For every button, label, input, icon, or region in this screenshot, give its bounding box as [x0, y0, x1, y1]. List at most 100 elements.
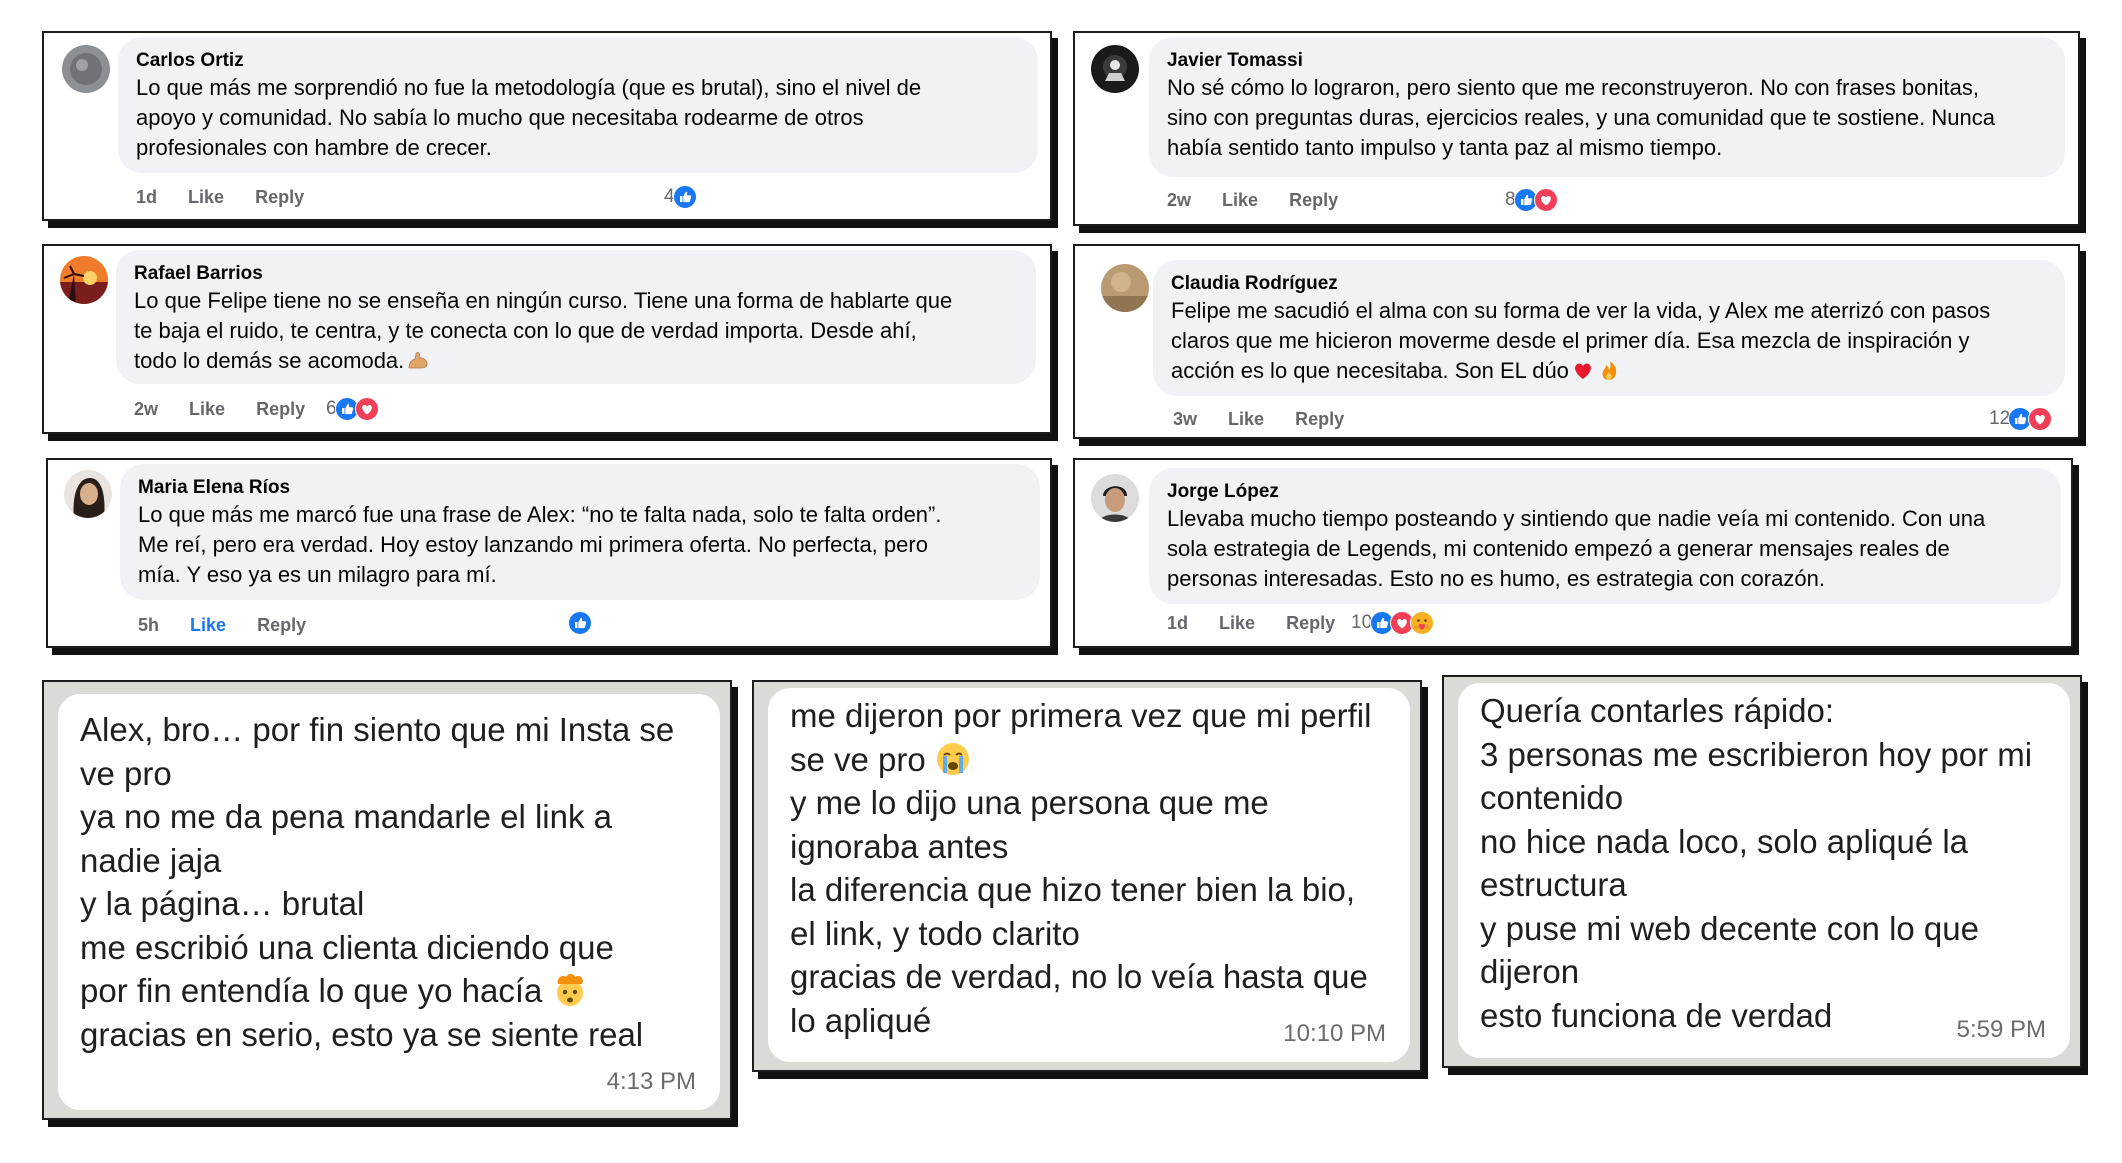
comment-author[interactable]: Javier Tomassi: [1167, 49, 2047, 73]
message-line: por fin entendía lo que yo hacía: [80, 969, 698, 1013]
reply-button[interactable]: Reply: [256, 399, 305, 419]
message-line: estructura: [1480, 866, 1627, 903]
comment-text-line: profesionales con hambre de crecer.: [136, 135, 492, 160]
comment-text-line: Lo que Felipe tiene no se enseña en ning…: [134, 288, 953, 313]
like-reaction-icon: [673, 185, 697, 209]
reaction-summary[interactable]: 6: [326, 396, 379, 422]
message-line: contenido: [1480, 779, 1624, 816]
comment-bubble: Claudia Rodríguez Felipe me sacudió el a…: [1153, 260, 2065, 396]
like-button[interactable]: Like: [1219, 613, 1255, 633]
comment-text-line: Llevaba mucho tiempo posteando y sintien…: [1167, 506, 1986, 531]
reply-button[interactable]: Reply: [1286, 613, 1335, 633]
message-screenshot: me dijeron por primera vez que mi perfil…: [752, 680, 1422, 1072]
message-line: y la página… brutal: [80, 885, 365, 922]
like-button[interactable]: Like: [1222, 190, 1258, 210]
message-line: dijeron: [1480, 953, 1580, 990]
comment-text-line: sino con preguntas duras, ejercicios rea…: [1167, 105, 1995, 130]
comment-bubble: Rafael Barrios Lo que Felipe tiene no se…: [116, 250, 1036, 384]
like-reaction-icon: [568, 611, 592, 635]
comment-text-line: Felipe me sacudió el alma con su forma d…: [1171, 298, 1991, 323]
message-bubble: Quería contarles rápido: 3 personas me e…: [1458, 683, 2070, 1058]
comment-time: 2w: [134, 399, 159, 419]
reaction-count: 12: [1989, 408, 2011, 429]
comment-text-line: había sentido tanto impulso y tanta paz …: [1167, 135, 1723, 160]
comment-card: Maria Elena Ríos Lo que más me marcó fue…: [46, 458, 1052, 648]
comment-author[interactable]: Jorge López: [1167, 480, 2043, 504]
like-button[interactable]: Like: [1228, 409, 1264, 429]
comment-text-line: Me reí, pero era verdad. Hoy estoy lanza…: [138, 532, 928, 557]
loudly-crying-emoji: [935, 741, 971, 777]
comment-text-line: apoyo y comunidad. No sabía lo mucho que…: [136, 105, 864, 130]
like-button[interactable]: Like: [190, 615, 226, 635]
reaction-summary[interactable]: [570, 610, 592, 636]
comment-actions: 5h Like Reply: [138, 612, 332, 638]
comment-card: Claudia Rodríguez Felipe me sacudió el a…: [1073, 244, 2080, 439]
comment-author[interactable]: Maria Elena Ríos: [138, 476, 1022, 500]
message-line: Quería contarles rápido:: [1480, 692, 1835, 729]
comment-text-fragment: acción es lo que necesitaba. Son EL dúo: [1171, 358, 1569, 383]
comment-text-line: todo lo demás se acomoda.: [134, 346, 1018, 376]
comment-actions: 2w Like Reply: [134, 396, 331, 422]
like-button[interactable]: Like: [188, 187, 224, 207]
exploding-head-emoji: [552, 972, 588, 1008]
comment-author[interactable]: Carlos Ortiz: [136, 49, 1020, 73]
comment-time: 5h: [138, 615, 160, 635]
comment-text-line: No sé cómo lo lograron, pero siento que …: [1167, 75, 1979, 100]
comment-actions: 1d Like Reply: [136, 184, 330, 210]
comment-time: 1d: [1167, 613, 1189, 633]
comment-author[interactable]: Rafael Barrios: [134, 262, 1018, 286]
comment-text-line: claros que me hicieron moverme desde el …: [1171, 328, 1970, 353]
flexed-biceps-emoji: [406, 348, 430, 372]
message-screenshot: Quería contarles rápido: 3 personas me e…: [1442, 675, 2082, 1068]
reaction-summary[interactable]: 10: [1351, 610, 1434, 636]
comment-bubble: Maria Elena Ríos Lo que más me marcó fue…: [120, 464, 1040, 600]
message-line: gracias de verdad, no lo veía hasta que: [790, 958, 1368, 995]
message-line: se ve pro: [790, 738, 1388, 782]
comment-author[interactable]: Claudia Rodríguez: [1171, 272, 2047, 296]
message-text-fragment: se ve pro: [790, 740, 926, 778]
comment-time: 2w: [1167, 190, 1192, 210]
message-screenshot: Alex, bro… por fin siento que mi Insta s…: [42, 680, 732, 1120]
comment-card: Rafael Barrios Lo que Felipe tiene no se…: [42, 244, 1052, 434]
message-line: no hice nada loco, solo apliqué la: [1480, 822, 1969, 860]
reaction-count: 10: [1351, 612, 1373, 633]
reply-button[interactable]: Reply: [1295, 409, 1344, 429]
reaction-summary[interactable]: 8: [1505, 187, 1558, 213]
reply-button[interactable]: Reply: [255, 187, 304, 207]
avatar[interactable]: [64, 470, 112, 518]
comment-card: Carlos Ortiz Lo que más me sorprendió no…: [42, 31, 1052, 221]
love-reaction-icon: [1534, 188, 1558, 212]
reply-button[interactable]: Reply: [1289, 190, 1338, 210]
avatar[interactable]: [62, 45, 110, 93]
fire-emoji: [1597, 358, 1621, 382]
comment-bubble: Javier Tomassi No sé cómo lo lograron, p…: [1149, 37, 2065, 177]
comment-text-line: te baja el ruido, te centra, y te conect…: [134, 318, 917, 343]
avatar[interactable]: [1091, 45, 1139, 93]
message-line: me dijeron por primera vez que mi perfil: [790, 697, 1372, 734]
avatar[interactable]: [60, 256, 108, 304]
message-timestamp: 5:59 PM: [1956, 1016, 2046, 1043]
comment-actions: 2w Like Reply: [1167, 187, 1364, 213]
message-line: ya no me da pena mandarle el link a: [80, 798, 612, 835]
comment-actions: 3w Like Reply: [1173, 406, 1370, 432]
avatar[interactable]: [1101, 264, 1149, 312]
message-line: Alex, bro… por fin siento que mi Insta s…: [80, 711, 675, 748]
comment-card: Jorge López Llevaba mucho tiempo postean…: [1073, 458, 2073, 648]
message-line: nadie jaja: [80, 841, 222, 879]
reply-button[interactable]: Reply: [257, 615, 306, 635]
love-reaction-icon: [355, 397, 379, 421]
message-bubble: me dijeron por primera vez que mi perfil…: [768, 688, 1410, 1062]
reaction-summary[interactable]: 12: [1989, 406, 2052, 432]
message-line: la diferencia que hizo tener bien la bio…: [790, 871, 1356, 908]
message-line: ve pro: [80, 754, 172, 792]
comment-time: 1d: [136, 187, 158, 207]
message-line: gracias en serio, esto ya se siente real: [80, 1015, 644, 1053]
avatar[interactable]: [1091, 474, 1139, 522]
message-bubble: Alex, bro… por fin siento que mi Insta s…: [58, 694, 720, 1110]
message-timestamp: 10:10 PM: [1283, 1020, 1386, 1047]
like-button[interactable]: Like: [189, 399, 225, 419]
comment-text-line: Lo que más me sorprendió no fue la metod…: [136, 75, 922, 100]
comment-text-fragment: todo lo demás se acomoda.: [134, 348, 405, 373]
care-reaction-icon: [1410, 611, 1434, 635]
reaction-summary[interactable]: 4: [664, 184, 697, 210]
